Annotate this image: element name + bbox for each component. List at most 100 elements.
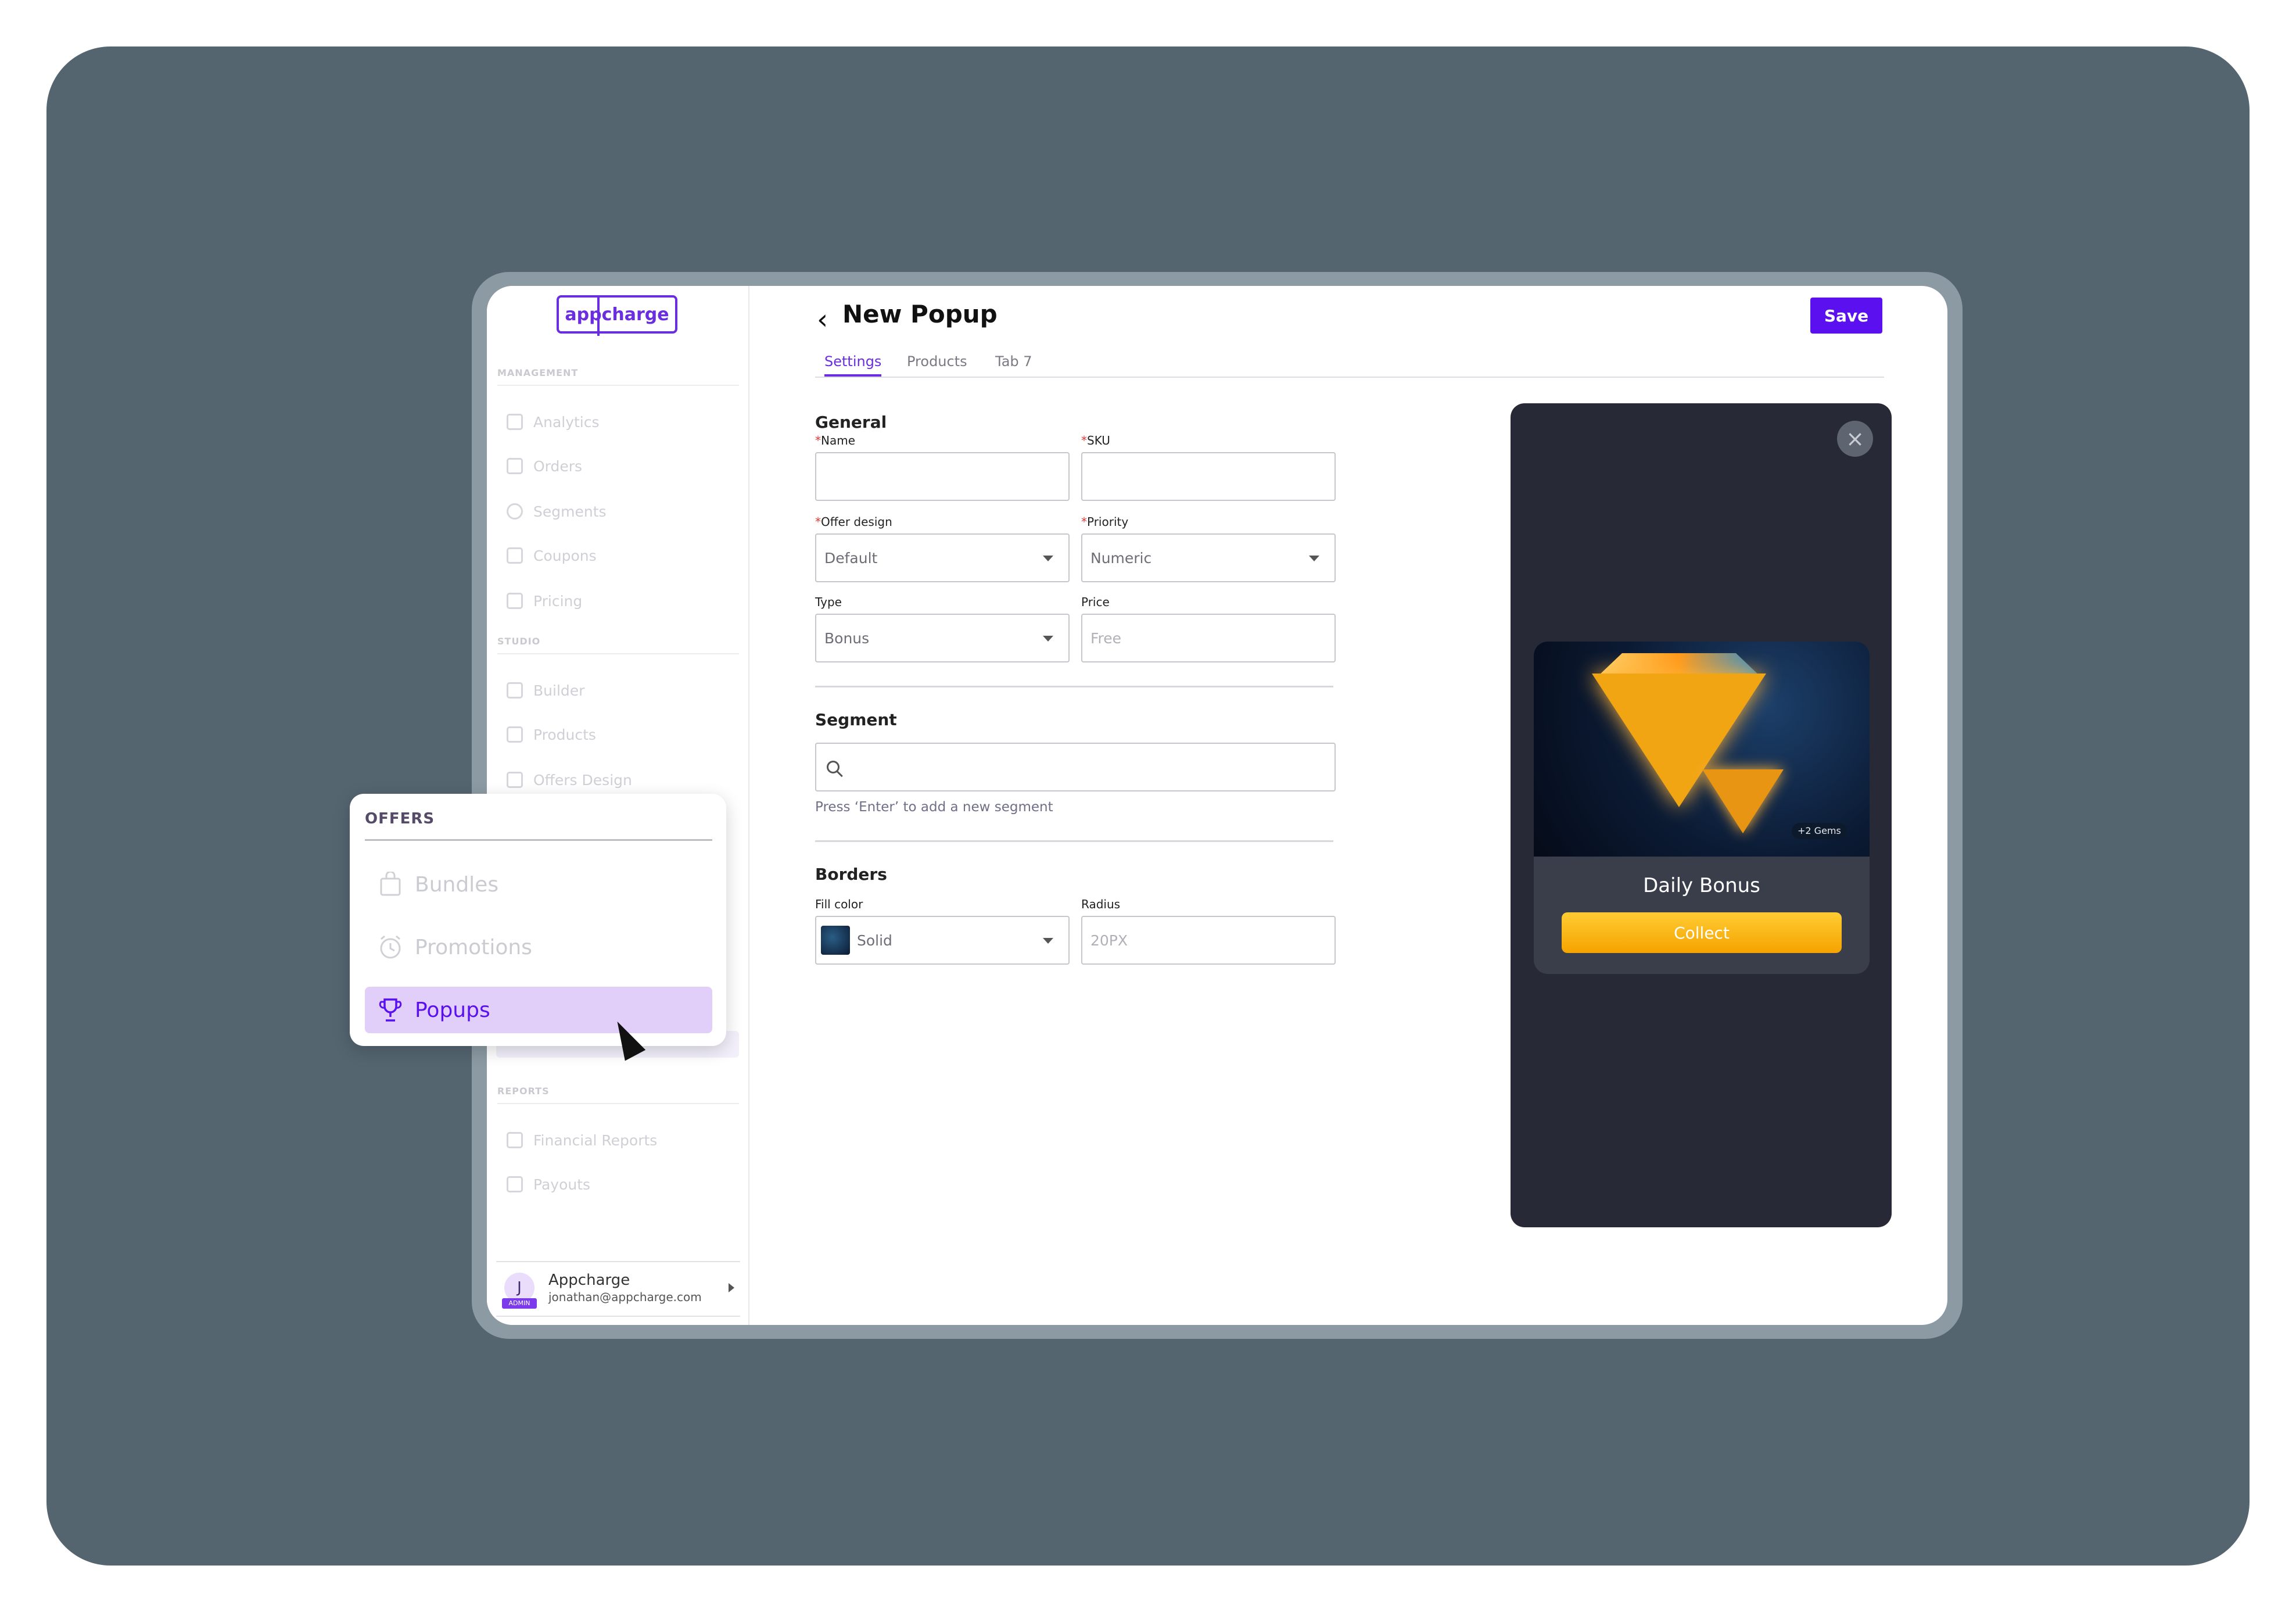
name-input[interactable] (815, 452, 1070, 501)
borders-heading: Borders (815, 865, 887, 884)
sidebar-item-label: Pricing (533, 592, 583, 610)
sidebar-item-products[interactable]: Products (507, 723, 596, 746)
coupon-icon (507, 547, 523, 564)
diamond-icon (507, 593, 523, 609)
page-title: New Popup (842, 300, 998, 328)
priority-label: *Priority (1081, 515, 1128, 529)
name-label: *Name (815, 434, 855, 447)
menu-item-bundles[interactable]: Bundles (365, 861, 712, 908)
segment-search-input[interactable] (815, 743, 1336, 791)
caret-down-icon (1043, 556, 1053, 561)
segment-help-text: Press ‘Enter’ to add a new segment (815, 800, 1053, 815)
price-label: Price (1081, 595, 1110, 609)
required-mark: * (815, 434, 821, 447)
window-icon (507, 772, 523, 788)
document-icon (507, 1132, 523, 1148)
section-label-management: MANAGEMENT (497, 367, 579, 378)
gems-image: +2 Gems (1534, 642, 1870, 857)
section-divider (815, 686, 1333, 687)
offers-menu-divider (365, 839, 712, 841)
menu-item-label: Popups (415, 998, 490, 1022)
sidebar-item-coupons[interactable]: Coupons (507, 544, 597, 567)
offer-card: +2 Gems Daily Bonus Collect (1534, 642, 1870, 974)
section-divider (497, 653, 739, 654)
sku-label-text: SKU (1087, 434, 1110, 447)
trophy-icon (379, 998, 402, 1022)
analytics-icon (507, 414, 523, 430)
price-input[interactable]: Free (1081, 614, 1336, 662)
section-label-reports: REPORTS (497, 1086, 550, 1097)
sidebar-item-label: Segments (533, 503, 607, 520)
sidebar-item-segments[interactable]: Segments (507, 500, 607, 523)
priority-select[interactable]: Numeric (1081, 533, 1336, 582)
type-select[interactable]: Bonus (815, 614, 1070, 662)
offer-design-select[interactable]: Default (815, 533, 1070, 582)
section-divider (815, 840, 1333, 842)
radius-label: Radius (1081, 897, 1121, 911)
sidebar-item-offers-design[interactable]: Offers Design (507, 768, 632, 791)
user-profile[interactable]: J ADMIN Appcharge jonathan@appcharge.com (496, 1261, 740, 1317)
sidebar-item-label: Payouts (533, 1176, 591, 1193)
required-mark: * (815, 515, 821, 529)
fill-color-value: Solid (857, 932, 892, 949)
bag-icon (380, 872, 401, 896)
priority-value: Numeric (1090, 549, 1152, 567)
menu-item-promotions[interactable]: Promotions (365, 924, 712, 970)
radius-input[interactable]: 20PX (1081, 916, 1336, 965)
offer-title: Daily Bonus (1643, 874, 1760, 897)
builder-icon (507, 682, 523, 698)
segment-heading: Segment (815, 710, 897, 729)
tab-7[interactable]: Tab 7 (995, 353, 1032, 370)
collect-button[interactable]: Collect (1562, 912, 1842, 953)
fill-color-select[interactable]: Solid (815, 916, 1070, 965)
caret-right-icon[interactable] (729, 1283, 734, 1292)
section-divider (497, 385, 739, 386)
gems-badge: +2 Gems (1792, 823, 1847, 839)
offer-design-value: Default (824, 549, 878, 567)
tab-settings[interactable]: Settings (824, 353, 882, 377)
card-icon (507, 458, 523, 474)
appcharge-logo[interactable]: appcharge (557, 295, 677, 336)
color-swatch[interactable] (821, 926, 850, 955)
chevron-left-icon[interactable]: ‹ (817, 303, 828, 336)
sidebar-item-analytics[interactable]: Analytics (507, 410, 600, 434)
offers-menu: OFFERS Bundles Promotions Popups (350, 794, 726, 1046)
caret-down-icon (1309, 556, 1319, 561)
required-mark: * (1081, 434, 1087, 447)
menu-item-label: Bundles (415, 872, 499, 897)
user-email: jonathan@appcharge.com (548, 1290, 702, 1304)
user-name: Appcharge (548, 1271, 630, 1289)
admin-badge: ADMIN (502, 1298, 537, 1309)
sidebar-item-label: Orders (533, 457, 583, 475)
caret-down-icon (1043, 636, 1053, 642)
gem-facet (1598, 653, 1760, 676)
fill-color-label: Fill color (815, 897, 863, 911)
sidebar-item-label: Coupons (533, 547, 597, 564)
sidebar-item-payouts[interactable]: Payouts (507, 1173, 590, 1196)
sidebar-item-financial-reports[interactable]: Financial Reports (507, 1129, 657, 1152)
sidebar-item-builder[interactable]: Builder (507, 679, 584, 702)
sidebar-item-pricing[interactable]: Pricing (507, 589, 582, 612)
sidebar-item-label: Products (533, 726, 596, 743)
caret-down-icon (1043, 938, 1053, 944)
sidebar-item-label: Builder (533, 682, 585, 699)
close-icon[interactable]: × (1837, 421, 1873, 457)
section-divider (497, 1103, 739, 1104)
sku-label: *SKU (1081, 434, 1110, 447)
menu-item-popups[interactable]: Popups (365, 987, 712, 1033)
tab-products[interactable]: Products (907, 353, 967, 370)
sku-input[interactable] (1081, 452, 1336, 501)
offer-design-label: *Offer design (815, 515, 892, 529)
general-heading: General (815, 413, 887, 432)
type-label: Type (815, 595, 842, 609)
offer-design-label-text: Offer design (821, 515, 892, 529)
save-button[interactable]: Save (1810, 298, 1882, 334)
name-label-text: Name (821, 434, 856, 447)
popup-preview: × +2 Gems Daily Bonus Collect (1511, 403, 1892, 1227)
sidebar-item-orders[interactable]: Orders (507, 454, 582, 478)
section-label-studio: STUDIO (497, 636, 541, 647)
priority-label-text: Priority (1087, 515, 1129, 529)
gem-small (1702, 769, 1784, 833)
sidebar-item-label: Financial Reports (533, 1131, 658, 1149)
payout-icon (507, 1176, 523, 1192)
